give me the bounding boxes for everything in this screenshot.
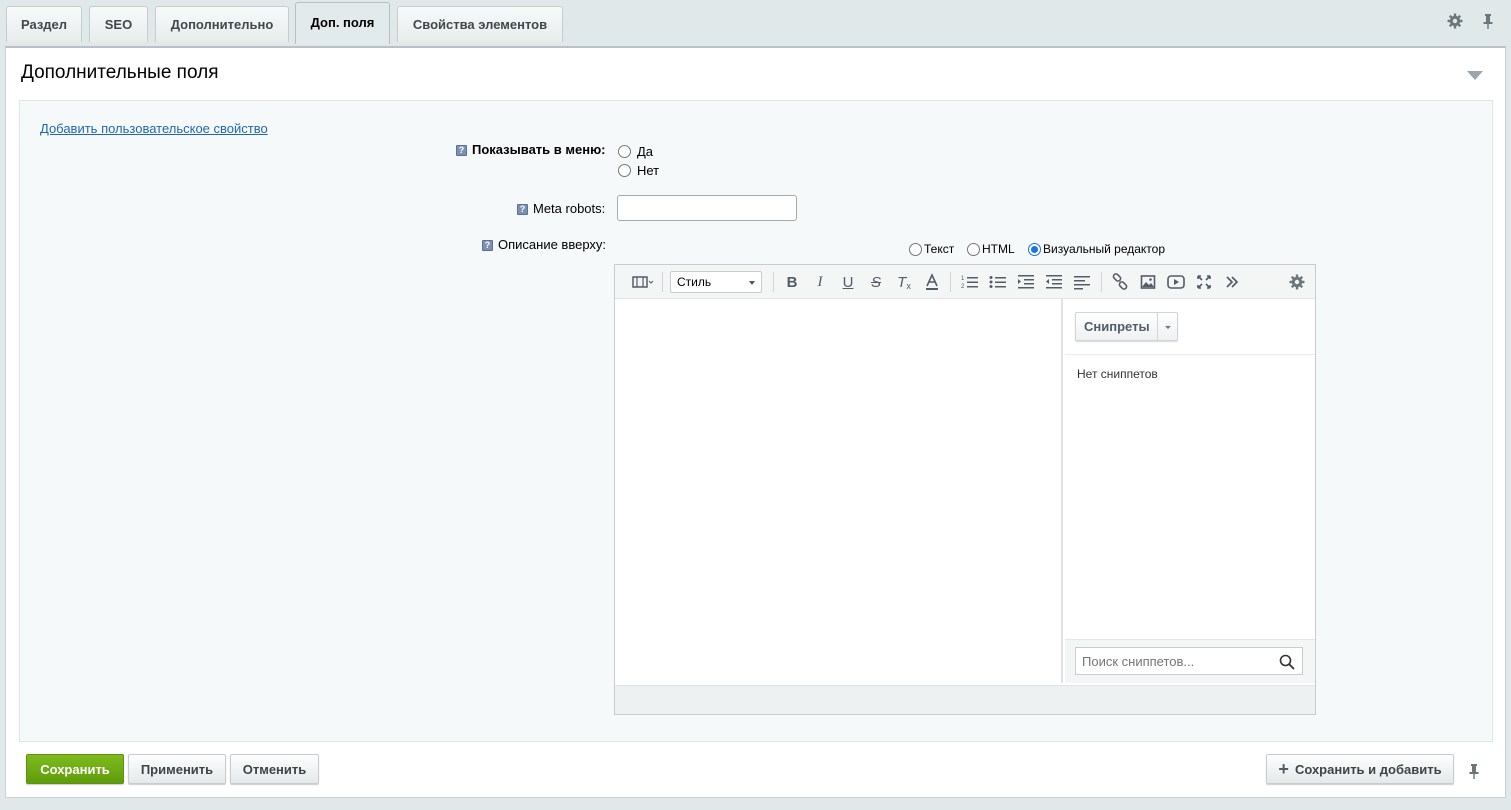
help-icon[interactable]: ? bbox=[456, 145, 467, 156]
apply-button[interactable]: Применить bbox=[128, 754, 226, 784]
radio-yes[interactable]: Да bbox=[618, 144, 653, 159]
settings-icon[interactable] bbox=[1285, 270, 1309, 294]
show-in-menu-label: ? Показывать в меню: bbox=[456, 142, 606, 157]
link-icon[interactable] bbox=[1108, 270, 1132, 294]
save-button[interactable]: Сохранить bbox=[26, 754, 124, 784]
italic-icon[interactable]: I bbox=[808, 270, 832, 294]
bold-icon[interactable]: B bbox=[780, 270, 804, 294]
snippets-pane: Снипреты Нет сниппетов bbox=[1065, 299, 1315, 683]
tab-razdel[interactable]: Раздел bbox=[6, 6, 82, 42]
meta-robots-label: ? Meta robots: bbox=[517, 201, 605, 216]
search-icon[interactable] bbox=[1279, 654, 1295, 670]
remove-format-icon[interactable]: Tx bbox=[892, 270, 916, 294]
section-title: Дополнительные поля bbox=[21, 62, 219, 83]
main-panel: Дополнительные поля Добавить пользовател… bbox=[5, 46, 1506, 798]
strikethrough-icon[interactable]: S bbox=[864, 270, 888, 294]
outdent-icon[interactable] bbox=[1042, 270, 1066, 294]
radio-button[interactable] bbox=[1028, 242, 1041, 256]
section-content: Добавить пользовательское свойство ? Пока… bbox=[19, 100, 1493, 742]
no-snippets-text: Нет сниппетов bbox=[1077, 367, 1158, 381]
add-property-link[interactable]: Добавить пользовательское свойство bbox=[40, 121, 268, 136]
chevron-down-icon[interactable] bbox=[1157, 313, 1177, 340]
snippet-search-input[interactable] bbox=[1075, 647, 1303, 675]
collapse-arrow-icon[interactable] bbox=[1467, 71, 1483, 80]
indent-icon[interactable] bbox=[1014, 270, 1038, 294]
font-color-icon[interactable] bbox=[920, 270, 944, 294]
radio-no[interactable]: Нет bbox=[618, 163, 659, 178]
tab-seo[interactable]: SEO bbox=[89, 6, 148, 42]
unordered-list-icon[interactable] bbox=[986, 270, 1010, 294]
radio-button[interactable] bbox=[909, 242, 922, 256]
mode-html-radio[interactable]: HTML bbox=[967, 242, 1015, 256]
tab-svoystva-elementov[interactable]: Свойства элементов bbox=[397, 6, 563, 42]
plus-icon: + bbox=[1278, 759, 1289, 779]
underline-icon[interactable]: U bbox=[836, 270, 860, 294]
mode-visual-radio[interactable]: Визуальный редактор bbox=[1028, 242, 1165, 256]
snippet-search-bar bbox=[1065, 639, 1315, 683]
editor-toolbar: Стиль B I U S Tx 12 bbox=[615, 265, 1315, 299]
tab-bar: Раздел SEO Дополнительно Доп. поля Свойс… bbox=[0, 0, 1511, 44]
help-icon[interactable]: ? bbox=[517, 204, 528, 215]
cancel-button[interactable]: Отменить bbox=[230, 754, 319, 784]
svg-text:1: 1 bbox=[961, 276, 965, 282]
radio-button[interactable] bbox=[618, 164, 631, 177]
pin-icon[interactable] bbox=[1479, 12, 1497, 30]
editor-content-area[interactable] bbox=[615, 299, 1063, 683]
fullscreen-icon[interactable] bbox=[1192, 270, 1216, 294]
save-and-add-button[interactable]: + Сохранить и добавить bbox=[1266, 754, 1454, 784]
align-left-icon[interactable] bbox=[1070, 270, 1094, 294]
image-icon[interactable] bbox=[1136, 270, 1160, 294]
tab-dopolnitelno[interactable]: Дополнительно bbox=[155, 6, 289, 42]
radio-button[interactable] bbox=[618, 145, 631, 158]
pin-icon[interactable] bbox=[1465, 762, 1483, 780]
style-select[interactable]: Стиль bbox=[670, 271, 762, 293]
mode-text-radio[interactable]: Текст bbox=[909, 242, 954, 256]
visual-editor: Стиль B I U S Tx 12 Снипреты Нет сниппет… bbox=[614, 264, 1316, 715]
video-icon[interactable] bbox=[1164, 270, 1188, 294]
description-top-label: ? Описание вверху: bbox=[482, 237, 606, 252]
editor-footer bbox=[615, 685, 1315, 714]
tab-dop-polya[interactable]: Доп. поля bbox=[295, 2, 390, 44]
svg-text:2: 2 bbox=[961, 284, 965, 290]
snippets-button[interactable]: Снипреты bbox=[1075, 312, 1178, 341]
radio-button[interactable] bbox=[967, 242, 980, 256]
ordered-list-icon[interactable]: 12 bbox=[958, 270, 982, 294]
help-icon[interactable]: ? bbox=[482, 240, 493, 251]
more-icon[interactable] bbox=[1220, 270, 1244, 294]
gear-icon[interactable] bbox=[1446, 12, 1464, 30]
source-icon[interactable] bbox=[629, 270, 657, 294]
meta-robots-input[interactable] bbox=[617, 195, 797, 221]
